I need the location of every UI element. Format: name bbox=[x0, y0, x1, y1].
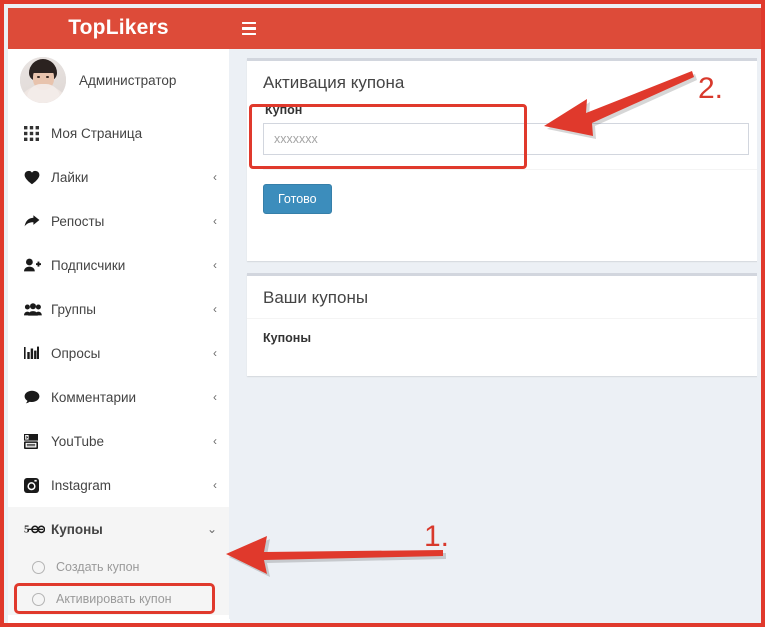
hamburger-icon[interactable] bbox=[229, 8, 269, 49]
sidebar-item-label: Instagram bbox=[51, 477, 112, 493]
youtube-icon bbox=[24, 433, 46, 449]
user-plus-icon bbox=[24, 258, 46, 272]
sidebar-subitem-label: Активировать купон bbox=[56, 592, 172, 606]
sidebar-item-label: YouTube bbox=[51, 433, 105, 449]
annotation-number-1: 1. bbox=[424, 520, 450, 553]
sidebar-item-groups[interactable]: Группы ‹ bbox=[8, 287, 229, 331]
sidebar-item-label: Опросы bbox=[51, 345, 101, 361]
heart-icon bbox=[24, 170, 46, 185]
chevron-left-icon: ‹ bbox=[213, 478, 217, 492]
chevron-left-icon: ‹ bbox=[213, 434, 217, 448]
coupon-input-field[interactable] bbox=[263, 123, 749, 155]
card-title: Ваши купоны bbox=[263, 288, 369, 307]
your-coupons-card: Ваши купоны Купоны bbox=[247, 273, 757, 376]
app-window: TopLikers Администратор Моя Страница Лай… bbox=[0, 0, 765, 627]
brand-logo[interactable]: TopLikers bbox=[8, 8, 229, 49]
coupon-activation-card: Активация купона Купон Готово bbox=[247, 58, 757, 261]
chevron-down-icon: ⌄ bbox=[206, 522, 217, 536]
sidebar-item-likes[interactable]: Лайки ‹ bbox=[8, 155, 229, 199]
ticket-icon: 5 bbox=[24, 523, 46, 535]
sidebar-item-my-page[interactable]: Моя Страница bbox=[8, 111, 229, 155]
card-title: Активация купона bbox=[263, 73, 405, 92]
submit-button[interactable]: Готово bbox=[263, 184, 332, 214]
circle-icon bbox=[32, 592, 45, 606]
coupon-form: Купон Готово bbox=[247, 103, 757, 228]
chevron-left-icon: ‹ bbox=[213, 302, 217, 316]
circle-icon bbox=[32, 560, 45, 574]
sidebar-item-comments[interactable]: Комментарии ‹ bbox=[8, 375, 229, 419]
user-avatar bbox=[20, 57, 66, 103]
sidebar-item-youtube[interactable]: YouTube ‹ bbox=[8, 419, 229, 463]
sidebar-item-reposts[interactable]: Репосты ‹ bbox=[8, 199, 229, 243]
chevron-left-icon: ‹ bbox=[213, 346, 217, 360]
sidebar-item-label: Купоны bbox=[51, 521, 103, 537]
sidebar-item-label: Подписчики bbox=[51, 257, 126, 273]
sidebar-item-instagram[interactable]: Instagram ‹ bbox=[8, 463, 229, 507]
top-navbar: TopLikers bbox=[8, 8, 761, 49]
coupon-field-label: Купон bbox=[265, 103, 303, 117]
grid-icon bbox=[24, 125, 46, 141]
users-icon bbox=[24, 302, 46, 316]
coupons-table-header: Купоны bbox=[263, 331, 311, 345]
sidebar-item-coupons[interactable]: 5 Купоны ⌄ bbox=[8, 507, 229, 551]
user-name: Администратор bbox=[79, 72, 177, 88]
user-panel[interactable]: Администратор bbox=[8, 49, 229, 111]
chevron-left-icon: ‹ bbox=[213, 258, 217, 272]
chevron-left-icon: ‹ bbox=[213, 214, 217, 228]
sidebar: Администратор Моя Страница Лайки ‹ Репос… bbox=[8, 49, 230, 623]
sidebar-item-label: Лайки bbox=[51, 169, 89, 185]
sidebar-subitem-label: Создать купон bbox=[56, 560, 140, 574]
share-icon bbox=[24, 214, 46, 228]
main-content: Активация купона Купон Готово Ваши купон… bbox=[229, 49, 757, 619]
sidebar-submenu-coupons: Создать купон Активировать купон bbox=[8, 551, 229, 615]
bar-chart-icon bbox=[24, 346, 46, 360]
sidebar-subitem-activate-coupon[interactable]: Активировать купон bbox=[8, 583, 229, 615]
sidebar-subitem-create-coupon[interactable]: Создать купон bbox=[8, 551, 229, 583]
sidebar-item-label: Комментарии bbox=[51, 389, 137, 405]
sidebar-item-polls[interactable]: Опросы ‹ bbox=[8, 331, 229, 375]
annotation-number-2: 2. bbox=[698, 72, 724, 105]
sidebar-menu: Моя Страница Лайки ‹ Репосты ‹ Подписчик… bbox=[8, 111, 229, 615]
chevron-left-icon: ‹ bbox=[213, 170, 217, 184]
chevron-left-icon: ‹ bbox=[213, 390, 217, 404]
instagram-icon bbox=[24, 477, 46, 493]
form-divider bbox=[263, 169, 757, 170]
sidebar-item-label: Группы bbox=[51, 301, 96, 317]
sidebar-item-label: Репосты bbox=[51, 213, 105, 229]
comment-icon bbox=[24, 390, 46, 404]
sidebar-item-followers[interactable]: Подписчики ‹ bbox=[8, 243, 229, 287]
sidebar-item-label: Моя Страница bbox=[51, 125, 143, 141]
